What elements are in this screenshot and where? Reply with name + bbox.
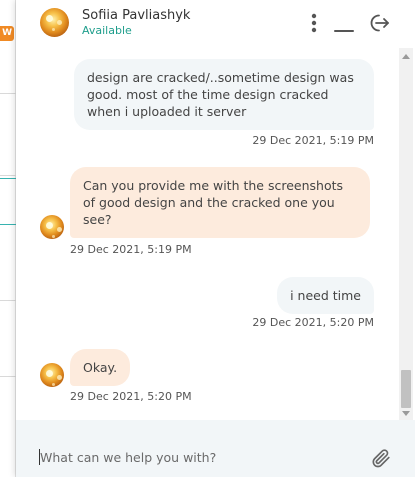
- background-page: W: [0, 0, 16, 477]
- scroll-up-arrow-icon[interactable]: [402, 54, 410, 59]
- exit-icon: [370, 14, 389, 32]
- user-message-bubble: i need time: [277, 277, 374, 314]
- background-accent-line: [0, 178, 16, 179]
- scroll-down-arrow-icon[interactable]: [402, 411, 410, 416]
- scrollbar-thumb[interactable]: [401, 370, 411, 408]
- attach-file-button[interactable]: [370, 447, 392, 469]
- agent-message-bubble: Okay.: [70, 349, 131, 386]
- background-divider: [0, 93, 16, 94]
- message-timestamp: 29 Dec 2021, 5:20 PM: [70, 390, 192, 403]
- more-vertical-icon: [311, 13, 317, 33]
- more-options-button[interactable]: [303, 12, 325, 34]
- background-divider: [0, 300, 16, 301]
- agent-name: Sofiia Pavliashyk: [82, 8, 191, 23]
- minimize-icon: [334, 30, 354, 32]
- user-message-bubble: design are cracked/..sometime design was…: [74, 59, 374, 130]
- agent-status: Available: [82, 24, 132, 37]
- background-divider: [0, 175, 16, 176]
- message-list: design are cracked/..sometime design was…: [16, 48, 398, 420]
- chat-widget: Sofiia Pavliashyk Available design are c…: [16, 0, 415, 477]
- agent-message-avatar: [40, 363, 64, 387]
- background-divider: [0, 376, 16, 377]
- message-scrollbar[interactable]: [399, 48, 413, 420]
- paperclip-icon: [372, 449, 390, 468]
- message-input[interactable]: [40, 447, 360, 467]
- agent-avatar: [40, 8, 69, 37]
- agent-message-avatar: [40, 215, 64, 239]
- message-composer: [16, 420, 415, 477]
- end-chat-button[interactable]: [368, 12, 390, 34]
- message-timestamp: 29 Dec 2021, 5:19 PM: [70, 243, 192, 256]
- minimize-button[interactable]: [333, 12, 355, 34]
- background-accent-line: [0, 224, 16, 225]
- message-timestamp: 29 Dec 2021, 5:20 PM: [252, 316, 374, 329]
- agent-message-bubble: Can you provide me with the screenshots …: [70, 167, 370, 238]
- chat-header: Sofiia Pavliashyk Available: [16, 0, 415, 48]
- message-timestamp: 29 Dec 2021, 5:19 PM: [252, 134, 374, 147]
- background-badge: W: [0, 26, 14, 41]
